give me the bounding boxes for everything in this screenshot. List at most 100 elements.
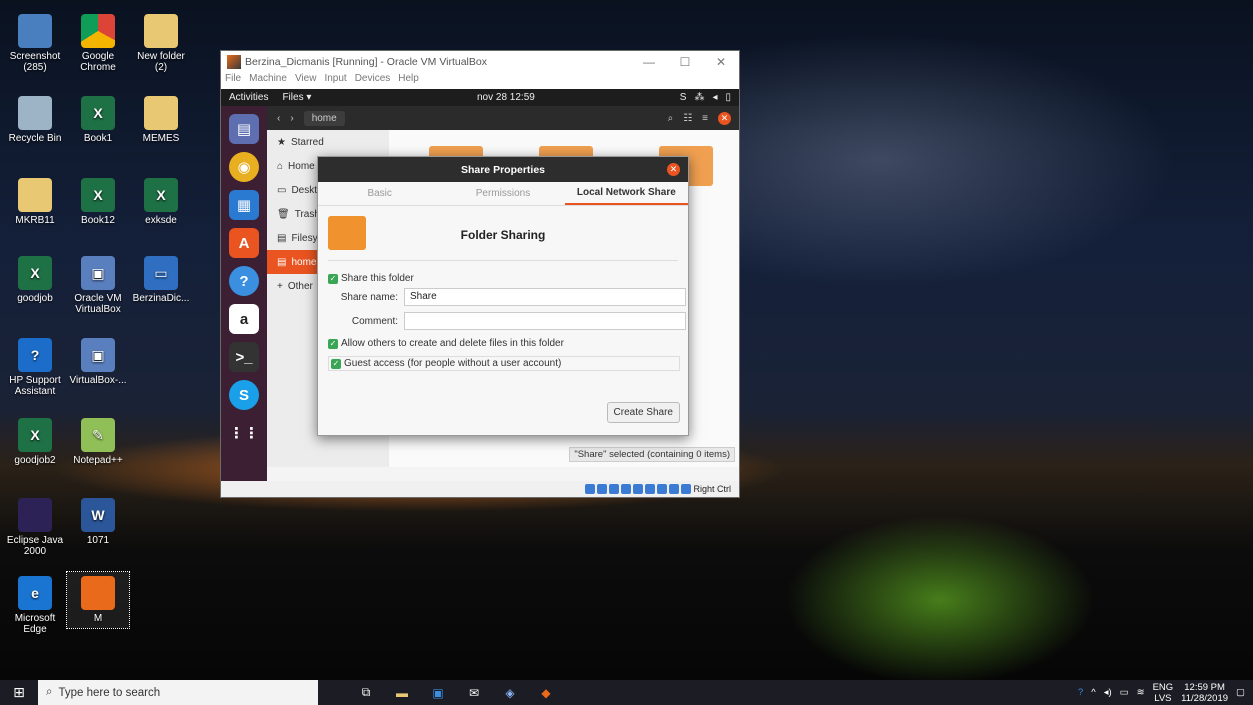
view-list-icon[interactable]: ☷ — [683, 113, 692, 124]
chevron-up-icon[interactable]: ^ — [1091, 687, 1095, 698]
running-vm-taskbar-icon[interactable]: ◆ — [528, 680, 564, 705]
menu-icon[interactable]: ≡ — [702, 113, 708, 124]
back-icon[interactable]: ‹ — [277, 113, 280, 124]
mouse-integration-icon[interactable] — [681, 484, 692, 494]
network-icon[interactable]: ⁂ — [694, 92, 704, 103]
start-button[interactable]: ⊞ — [0, 680, 38, 705]
volume-icon[interactable]: ◂ — [712, 92, 717, 103]
gnome-topbar: Activities Files ▾ nov 28 12:59 S ⁂ ◂ ▯ — [221, 89, 739, 106]
virtualbox-app-icon — [227, 55, 241, 69]
terminal-icon[interactable]: >_ — [229, 342, 259, 372]
menu-machine[interactable]: Machine — [249, 73, 287, 89]
task-view-icon[interactable]: ⧉ — [348, 680, 384, 705]
mail-icon[interactable]: ✉ — [456, 680, 492, 705]
create-share-button[interactable]: Create Share — [606, 402, 680, 423]
skype-tray-icon[interactable]: S — [680, 92, 687, 103]
files-app-menu[interactable]: Files ▾ — [276, 92, 317, 103]
checkmark-icon: ✓ — [328, 338, 338, 349]
guest-access-checkbox[interactable]: ✓ Guest access (for people without a user… — [328, 356, 680, 371]
notepad-icon: ✎ — [81, 418, 115, 452]
desktop-icon-book12[interactable]: X Book12 — [67, 178, 129, 226]
desktop-icon-chrome[interactable]: Google Chrome — [67, 14, 129, 73]
desktop-icon-eclipse[interactable]: Eclipse Java 2000 — [4, 498, 66, 557]
audio-icon[interactable] — [609, 484, 620, 494]
word-icon: W — [81, 498, 115, 532]
sidebar-item-starred[interactable]: ★ Starred — [267, 130, 389, 154]
show-apps-icon[interactable]: ⋮⋮ — [229, 418, 259, 448]
menu-devices[interactable]: Devices — [355, 73, 391, 89]
hdd-icon[interactable] — [585, 484, 596, 494]
display-icon[interactable] — [657, 484, 668, 494]
writer-icon[interactable]: ▦ — [229, 190, 259, 220]
desktop-icon-book1[interactable]: X Book1 — [67, 96, 129, 144]
desktop-icon-memes[interactable]: MEMES — [130, 96, 192, 144]
comment-input[interactable] — [404, 312, 686, 330]
network-adapter-icon[interactable] — [621, 484, 632, 494]
shared-folders-icon[interactable] — [645, 484, 656, 494]
wifi-icon[interactable]: ≋ — [1137, 687, 1145, 698]
desktop-icon-edge[interactable]: e Microsoft Edge — [4, 576, 66, 635]
notifications-icon[interactable]: ▢ — [1236, 687, 1245, 698]
skype-icon[interactable]: S — [229, 380, 259, 410]
share-this-folder-checkbox[interactable]: ✓ Share this folder — [328, 273, 414, 284]
desktop-icon-berzinadic[interactable]: ▭ BerzinaDic... — [130, 256, 192, 304]
battery-icon[interactable]: ▯ — [725, 92, 731, 103]
file-explorer-icon[interactable]: ▬ — [384, 680, 420, 705]
store-icon[interactable]: ▣ — [420, 680, 456, 705]
allow-others-checkbox[interactable]: ✓ Allow others to create and delete files… — [328, 338, 564, 349]
menu-view[interactable]: View — [295, 73, 317, 89]
window-titlebar[interactable]: Berzina_Dicmanis [Running] - Oracle VM V… — [221, 51, 739, 73]
taskbar-clock[interactable]: 12:59 PM 11/28/2019 — [1181, 682, 1228, 704]
search-box[interactable]: ⌕ Type here to search — [38, 680, 318, 705]
battery-tray-icon[interactable]: ▭ — [1120, 687, 1129, 698]
menu-input[interactable]: Input — [324, 73, 346, 89]
close-button[interactable]: ✕ — [703, 55, 739, 69]
desktop-icon-virtualbox-2[interactable]: ▣ VirtualBox-... — [67, 338, 129, 386]
share-name-input[interactable]: Share — [404, 288, 686, 306]
tab-local-network-share[interactable]: Local Network Share — [564, 182, 688, 205]
dialog-close-icon[interactable]: ✕ — [667, 163, 680, 176]
guest-clock[interactable]: nov 28 12:59 — [477, 92, 535, 103]
desktop-icon-notepad[interactable]: ✎ Notepad++ — [67, 418, 129, 466]
tab-permissions[interactable]: Permissions — [441, 182, 564, 205]
path-bar-home[interactable]: home — [303, 110, 345, 126]
optical-icon[interactable] — [597, 484, 608, 494]
files-close-icon[interactable]: ✕ — [718, 111, 731, 125]
divider — [328, 260, 678, 261]
desktop-icon-1071[interactable]: W 1071 — [67, 498, 129, 546]
volume-tray-icon[interactable]: ◂) — [1104, 687, 1112, 698]
help-dock-icon[interactable]: ? — [229, 266, 259, 296]
menu-help[interactable]: Help — [398, 73, 419, 89]
minimize-button[interactable]: — — [631, 55, 667, 69]
desktop-icon-screenshot[interactable]: Screenshot (285) — [4, 14, 66, 73]
desktop-icon-mkrb11[interactable]: MKRB11 — [4, 178, 66, 226]
desktop-icon-oracle-vm[interactable]: ▣ Oracle VM VirtualBox — [67, 256, 129, 315]
files-headerbar: ‹ › home ⌕ ☷ ≡ ✕ — [267, 106, 739, 130]
menubar: File Machine View Input Devices Help — [221, 73, 739, 89]
forward-icon[interactable]: › — [290, 113, 293, 124]
rhythmbox-icon[interactable]: ◉ — [229, 152, 259, 182]
desktop-icon-m[interactable]: M — [66, 571, 130, 629]
drive-icon: ▤ — [277, 256, 287, 268]
activities-button[interactable]: Activities — [221, 92, 276, 103]
dialog-titlebar[interactable]: Share Properties ✕ — [318, 157, 688, 182]
desktop-icon-recycle-bin[interactable]: Recycle Bin — [4, 96, 66, 144]
files-dock-icon[interactable]: ▤ — [229, 114, 259, 144]
menu-file[interactable]: File — [225, 73, 241, 89]
tab-basic[interactable]: Basic — [318, 182, 441, 205]
search-icon[interactable]: ⌕ — [668, 113, 674, 124]
desktop-icon-hp-support[interactable]: ? HP Support Assistant — [4, 338, 66, 397]
capture-icon[interactable] — [669, 484, 680, 494]
share-properties-dialog: Share Properties ✕ Basic Permissions Loc… — [317, 156, 689, 436]
usb-icon[interactable] — [633, 484, 644, 494]
amazon-icon[interactable]: a — [229, 304, 259, 334]
virtualbox-taskbar-icon[interactable]: ◈ — [492, 680, 528, 705]
desktop-icon-goodjob[interactable]: Xgoodjob — [4, 256, 66, 304]
language-indicator[interactable]: ENG LVS — [1153, 682, 1174, 704]
desktop-icon-goodjob2[interactable]: Xgoodjob2 — [4, 418, 66, 466]
maximize-button[interactable]: ☐ — [667, 55, 703, 69]
desktop-icon-new-folder[interactable]: New folder (2) — [130, 14, 192, 73]
desktop-icon-exksde[interactable]: Xexksde — [130, 178, 192, 226]
software-center-icon[interactable]: A — [229, 228, 259, 258]
help-tray-icon[interactable]: ? — [1078, 687, 1083, 698]
